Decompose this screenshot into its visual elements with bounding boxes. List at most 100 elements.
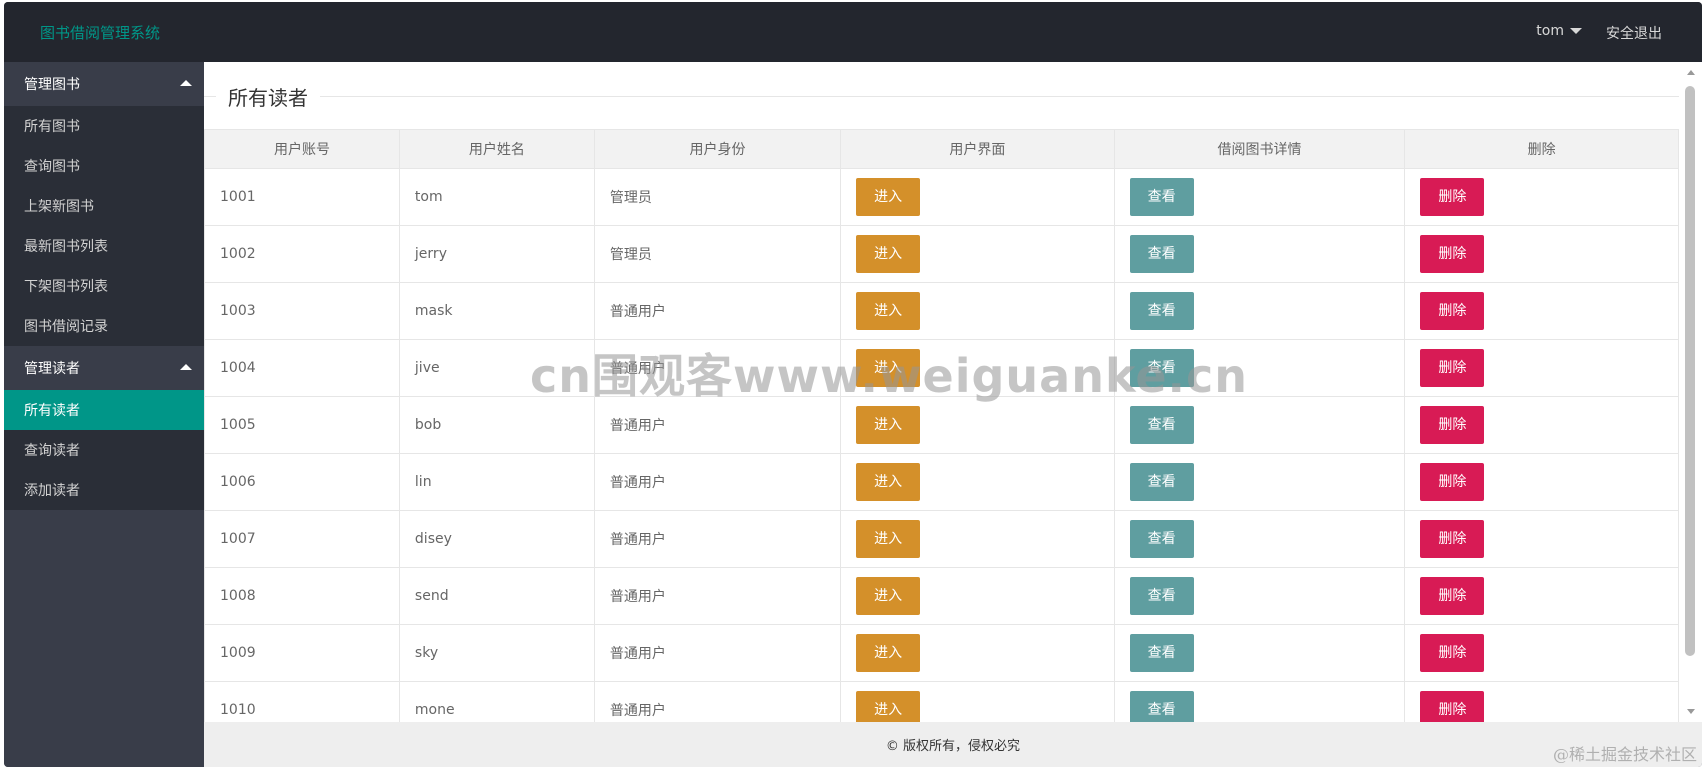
cell-account: 1004	[204, 339, 400, 397]
cell-action: 删除	[1404, 282, 1679, 340]
view-button[interactable]: 查看	[1129, 178, 1194, 216]
cell-account: 1010	[204, 681, 400, 722]
sidebar-item-search-books[interactable]: 查询图书	[4, 146, 204, 186]
view-button[interactable]: 查看	[1129, 406, 1194, 444]
view-button[interactable]: 查看	[1129, 292, 1194, 330]
enter-button[interactable]: 进入	[856, 406, 921, 444]
view-button[interactable]: 查看	[1129, 349, 1194, 387]
vertical-scrollbar[interactable]	[1679, 62, 1702, 722]
scroll-thumb[interactable]	[1685, 86, 1695, 656]
cell-action: 删除	[1404, 339, 1679, 397]
cell-action: 查看	[1113, 624, 1406, 682]
nav-group-label: 管理图书	[24, 77, 80, 93]
cell-account: 1001	[204, 168, 400, 226]
cell-account: 1002	[204, 225, 400, 283]
delete-button[interactable]: 删除	[1420, 577, 1485, 615]
delete-button[interactable]: 删除	[1420, 406, 1485, 444]
enter-button[interactable]: 进入	[856, 520, 921, 558]
view-button[interactable]: 查看	[1129, 634, 1194, 672]
table-row: 1009 sky 普通用户 进入 查看 删除	[204, 624, 1679, 682]
cell-action: 查看	[1113, 339, 1406, 397]
sidebar: 管理图书 所有图书 查询图书 上架新图书 最新图书列表 下架图书列表 图书借阅记…	[4, 62, 204, 767]
view-button[interactable]: 查看	[1129, 691, 1194, 722]
cell-name: disey	[398, 510, 595, 568]
enter-button[interactable]: 进入	[856, 634, 921, 672]
enter-button[interactable]: 进入	[856, 463, 921, 501]
sidebar-item-add-book[interactable]: 上架新图书	[4, 186, 204, 226]
cell-account: 1006	[204, 453, 400, 511]
cell-role: 普通用户	[593, 681, 842, 722]
cell-action: 删除	[1404, 396, 1679, 454]
table-row: 1005 bob 普通用户 进入 查看 删除	[204, 396, 1679, 454]
cell-action: 查看	[1113, 396, 1406, 454]
cell-account: 1005	[204, 396, 400, 454]
enter-button[interactable]: 进入	[856, 577, 921, 615]
delete-button[interactable]: 删除	[1420, 520, 1485, 558]
enter-button[interactable]: 进入	[856, 178, 921, 216]
corner-watermark: @稀土掘金技术社区	[1552, 745, 1697, 764]
cell-role: 普通用户	[593, 624, 842, 682]
cell-name: sky	[398, 624, 595, 682]
cell-action: 删除	[1404, 168, 1679, 226]
cell-name: send	[398, 567, 595, 625]
sidebar-item-all-readers[interactable]: 所有读者	[4, 390, 204, 430]
column-header: 用户界面	[840, 129, 1115, 169]
table-row: 1002 jerry 管理员 进入 查看 删除	[204, 225, 1679, 283]
user-name: tom	[1536, 23, 1564, 39]
cell-action: 进入	[840, 168, 1115, 226]
sidebar-item-search-readers[interactable]: 查询读者	[4, 430, 204, 470]
delete-button[interactable]: 删除	[1420, 463, 1485, 501]
page-title: 所有读者	[216, 82, 320, 111]
sidebar-item-borrow-records[interactable]: 图书借阅记录	[4, 306, 204, 346]
table-row: 1006 lin 普通用户 进入 查看 删除	[204, 453, 1679, 511]
enter-button[interactable]: 进入	[856, 349, 921, 387]
view-button[interactable]: 查看	[1129, 520, 1194, 558]
scroll-up-icon[interactable]	[1687, 70, 1695, 75]
delete-button[interactable]: 删除	[1420, 349, 1485, 387]
enter-button[interactable]: 进入	[856, 235, 921, 273]
sidebar-item-add-reader[interactable]: 添加读者	[4, 470, 204, 510]
cell-action: 查看	[1113, 168, 1406, 226]
view-button[interactable]: 查看	[1129, 235, 1194, 273]
column-header: 借阅图书详情	[1113, 129, 1406, 169]
view-button[interactable]: 查看	[1129, 577, 1194, 615]
cell-role: 普通用户	[593, 510, 842, 568]
cell-action: 进入	[840, 282, 1115, 340]
cell-action: 进入	[840, 225, 1115, 283]
cell-name: tom	[398, 168, 595, 226]
cell-action: 进入	[840, 510, 1115, 568]
delete-button[interactable]: 删除	[1420, 691, 1485, 722]
user-menu[interactable]: tom	[1536, 23, 1582, 39]
table-body: 1001 tom 管理员 进入 查看 删除 1002 jerry 管理员 进入 查看 删除 1003 ma…	[204, 168, 1679, 722]
cell-name: jive	[398, 339, 595, 397]
enter-button[interactable]: 进入	[856, 292, 921, 330]
delete-button[interactable]: 删除	[1420, 634, 1485, 672]
cell-action: 删除	[1404, 453, 1679, 511]
view-button[interactable]: 查看	[1129, 463, 1194, 501]
top-header: 图书借阅管理系统 tom 安全退出	[4, 2, 1702, 62]
delete-button[interactable]: 删除	[1420, 178, 1485, 216]
cell-action: 查看	[1113, 681, 1406, 722]
sidebar-item-removed-books[interactable]: 下架图书列表	[4, 266, 204, 306]
scroll-down-icon[interactable]	[1687, 709, 1695, 714]
app-frame: 图书借阅管理系统 tom 安全退出 管理图书 所有图书 查询图书 上架新图书 最…	[4, 2, 1702, 767]
logout-link[interactable]: 安全退出	[1606, 23, 1662, 43]
enter-button[interactable]: 进入	[856, 691, 921, 722]
section-divider	[204, 96, 1679, 97]
nav-group-manage-readers[interactable]: 管理读者	[4, 346, 204, 390]
sidebar-item-latest-books[interactable]: 最新图书列表	[4, 226, 204, 266]
app-title[interactable]: 图书借阅管理系统	[40, 22, 160, 43]
nav-group-manage-books[interactable]: 管理图书	[4, 62, 204, 106]
cell-account: 1009	[204, 624, 400, 682]
footer: © 版权所有，侵权必究	[204, 722, 1702, 767]
delete-button[interactable]: 删除	[1420, 292, 1485, 330]
readers-table: 用户账号 用户姓名 用户身份 用户界面 借阅图书详情 删除 1001 tom 管理员…	[204, 129, 1679, 722]
column-header: 用户姓名	[398, 129, 595, 169]
cell-action: 进入	[840, 396, 1115, 454]
cell-account: 1007	[204, 510, 400, 568]
delete-button[interactable]: 删除	[1420, 235, 1485, 273]
cell-account: 1008	[204, 567, 400, 625]
nav-group-label: 管理读者	[24, 361, 80, 377]
sidebar-item-all-books[interactable]: 所有图书	[4, 106, 204, 146]
chevron-up-icon	[180, 364, 192, 370]
